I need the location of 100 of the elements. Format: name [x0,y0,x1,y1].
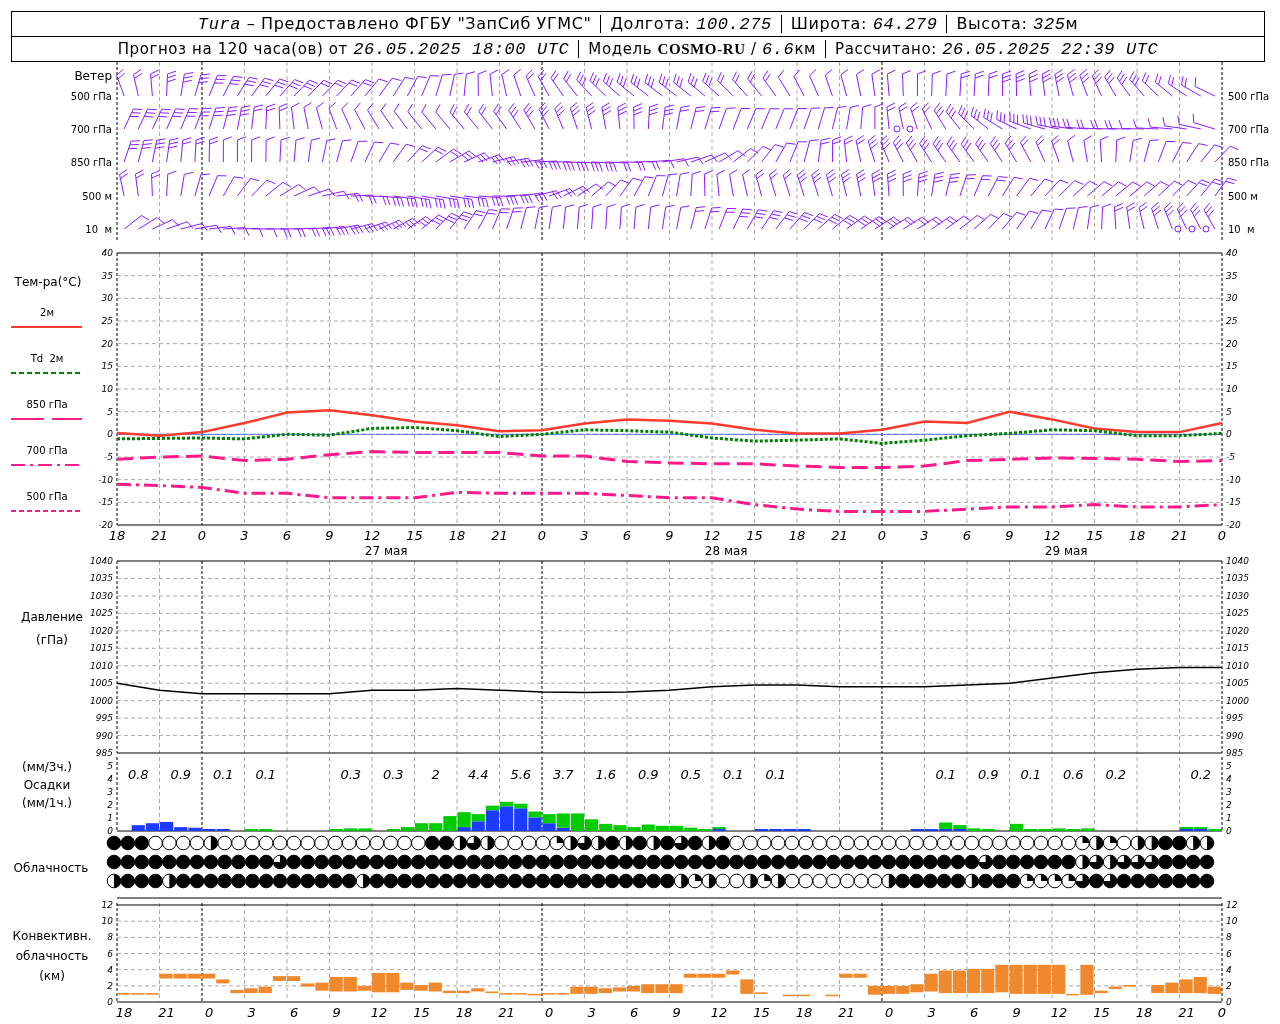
axis-tick-label: 3 [107,787,113,798]
time-label: 0 [204,1005,214,1020]
panel-title: (мм/1ч.) [21,796,73,810]
time-label: 12 [1043,528,1061,543]
time-label: 15 [1086,528,1103,543]
axis-tick-label: 2 [107,980,113,991]
level-label: 500 гПа [70,91,112,102]
legend-label: 850 гПа [26,399,68,410]
panel-title: Тем-ра(°C) [14,275,82,289]
axis-tick-label: 15 [101,361,113,372]
axis-tick-label: 0 [107,429,113,440]
axis-tick-label: 1025 [1226,608,1249,619]
axis-tick-label: -20 [1226,520,1241,530]
panel-title: Облачность [13,861,89,875]
time-label: 18 [455,1005,473,1020]
axis-tick-label: 30 [1226,293,1238,304]
axis-tick-label: 1020 [1226,625,1249,636]
time-label: 12 [1050,1005,1068,1020]
panel-title: облачность [15,949,89,963]
axis-tick-label: 1040 [90,556,113,566]
axis-tick-label: 0 [1226,997,1232,1007]
time-label: 18 [108,528,126,543]
axis-tick-label: 10 [1226,916,1238,927]
axis-tick-label: -15 [98,497,113,508]
time-label: 12 [710,1005,728,1020]
date-label: 28 мая [704,544,748,558]
axis-tick-label: 4 [107,774,113,785]
axis-tick-label: 12 [1226,900,1238,910]
axis-tick-label: 2 [1226,980,1232,991]
precipitation-total: 0.1 [935,767,957,782]
precipitation-total: 0.3 [340,767,362,782]
time-label: 0 [884,1005,894,1020]
time-label: 9 [1005,528,1014,543]
axis-tick-label: 985 [1226,748,1244,758]
axis-tick-label: 990 [95,730,113,741]
time-label: 15 [1093,1005,1110,1020]
time-label: 3 [240,528,249,543]
level-label: 500 м [82,191,112,202]
legend-label: 700 гПа [26,445,68,456]
axis-tick-label: 1025 [90,608,113,619]
axis-tick-label: 40 [101,248,113,258]
precipitation-total: 0.1 [212,767,234,782]
time-label: 9 [332,1005,341,1020]
time-label: 21 [158,1005,175,1020]
header-text: Прогноз на 120 часа(ов) от 26.05.2025 18:00 UTC [117,39,570,59]
time-label: 18 [795,1005,813,1020]
header-text: Высота: 325м [956,14,1079,34]
precipitation-total: 0.9 [637,767,659,782]
axis-tick-label: 10 [1226,384,1238,394]
axis-tick-label: -5 [1226,452,1235,462]
axis-tick-label: 0 [1226,429,1232,440]
time-label: 15 [746,528,763,543]
axis-tick-label: 995 [1226,713,1244,724]
axis-tick-label: 4 [107,964,113,975]
legend-label: 500 гПа [26,491,68,502]
time-label: 21 [831,528,848,543]
axis-tick-label: 1010 [1226,660,1249,671]
time-label: 0 [197,528,207,543]
axis-tick-label: 35 [1226,270,1238,281]
time-label: 0 [877,528,887,543]
axis-tick-label: 1015 [1226,643,1249,654]
precipitation-total: 0.2 [1190,767,1212,782]
axis-tick-label: 0 [107,997,113,1007]
precipitation-total: 0.3 [382,767,404,782]
header-text: Долгота: 100.275 [610,14,772,34]
precipitation-total: 3.7 [552,767,574,782]
axis-tick-label: 2 [1226,800,1232,811]
axis-tick-label: 3 [1226,787,1232,798]
precipitation-total: 0.1 [765,767,787,782]
time-label: 12 [370,1005,388,1020]
axis-tick-label: 10 [101,916,113,927]
level-label: 500 гПа [1228,91,1270,102]
axis-tick-label: 40 [1226,248,1238,258]
time-label: 21 [1178,1005,1195,1020]
precipitation-total: 4.4 [467,767,489,782]
axis-tick-label: 1030 [1226,590,1249,601]
time-label: 0 [1217,1005,1227,1020]
panel-title: Ветер [74,69,112,83]
axis-tick-label: 10 [101,384,113,394]
axis-tick-label: 1020 [90,625,113,636]
time-label: 0 [537,528,547,543]
axis-tick-label: 5 [107,406,113,417]
time-label: 18 [1128,528,1146,543]
time-label: 9 [665,528,674,543]
precipitation-total: 2 [431,767,440,782]
axis-tick-label: 15 [1226,361,1238,372]
precipitation-total: 0.1 [1020,767,1042,782]
level-label: 10 м [1228,224,1255,235]
axis-tick-label: 1005 [90,678,113,689]
axis-tick-label: 6 [1226,948,1232,959]
time-label: 6 [962,528,972,543]
precipitation-total: 0.2 [1105,767,1127,782]
axis-tick-label: 4 [1226,964,1232,975]
axis-tick-label: 25 [101,316,113,326]
legend-label: 2м [40,307,54,318]
time-label: 6 [969,1005,979,1020]
axis-tick-label: 5 [1226,406,1232,417]
axis-tick-label: 8 [107,932,113,943]
axis-tick-label: 8 [1226,932,1232,943]
axis-tick-label: 1035 [1226,573,1249,584]
